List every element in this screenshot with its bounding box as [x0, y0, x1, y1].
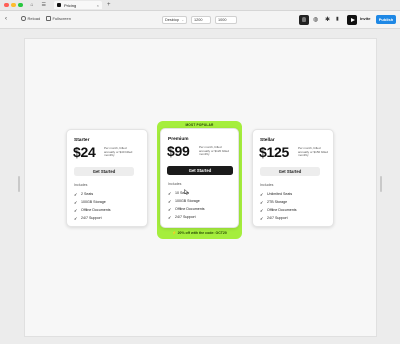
pricing-card-stellar: Stellar $125 Per month, billed annually … — [252, 129, 334, 227]
close-tab-icon[interactable]: × — [97, 3, 99, 8]
plan-name: Starter — [74, 138, 90, 143]
check-icon: ✓ — [168, 214, 172, 220]
menu-icon[interactable]: ☰ — [42, 2, 46, 8]
reload-label: Reload — [27, 16, 41, 21]
feature-list: ✓ Unlimited Seats ✓ 2TB Storage ✓ Offline D… — [260, 190, 297, 222]
reload-icon — [21, 16, 26, 21]
check-icon: ✓ — [260, 191, 264, 197]
get-started-button[interactable]: Get Started — [260, 167, 320, 176]
zoom-window-button[interactable] — [18, 2, 23, 8]
check-icon: ✓ — [74, 215, 78, 221]
list-item: ✓ Unlimited Seats — [260, 191, 293, 197]
plan-price: $24 — [73, 144, 96, 160]
right-resize-handle[interactable] — [380, 176, 382, 192]
fullscreen-icon — [46, 16, 51, 21]
pricing-card-starter: Starter $24 Per month, billed annually o… — [66, 129, 148, 227]
get-started-button[interactable]: Get Started — [167, 166, 233, 175]
width-value: 1200 — [194, 18, 203, 22]
includes-label: Includes — [74, 183, 88, 187]
chevron-down-icon: ⌄ — [181, 18, 184, 22]
check-icon: ✓ — [168, 206, 172, 212]
plan-name: Premium — [168, 137, 189, 142]
list-item: ✓ 24/7 Support — [168, 214, 196, 220]
plan-price: $125 — [259, 144, 289, 160]
feature-list: ✓ 2 Seats ✓ 100GB Storage ✓ Offline Documen… — [74, 190, 111, 222]
check-icon: ✓ — [260, 215, 264, 221]
get-started-button[interactable]: Get Started — [74, 167, 134, 176]
publish-button[interactable]: Publish — [376, 15, 396, 24]
check-icon: ✓ — [260, 199, 264, 205]
minimize-window-button[interactable] — [11, 2, 16, 8]
home-icon[interactable]: ⌂ — [31, 2, 34, 8]
list-item: ✓ Offline Documents — [74, 207, 111, 213]
list-item: ✓ Offline Documents — [168, 206, 205, 212]
list-item: ✓ 100GB Storage — [74, 199, 106, 205]
includes-label: Includes — [168, 182, 182, 186]
settings-icon[interactable]: ✱ — [325, 17, 330, 23]
fullscreen-button[interactable]: Fullscreen — [46, 16, 71, 21]
includes-label: Includes — [260, 183, 274, 187]
check-icon: ✓ — [74, 207, 78, 213]
width-field[interactable]: 1200 — [191, 16, 211, 24]
height-value: 1000 — [218, 18, 227, 22]
check-icon: ✓ — [168, 198, 172, 204]
preview-toolbar: ‹ Reload Fullscreen Desktop ⌄ 1200 1000 … — [0, 11, 400, 29]
globe-icon[interactable]: ◍ — [313, 17, 318, 23]
device-select-value: Desktop — [165, 18, 179, 22]
fullscreen-label: Fullscreen — [52, 16, 71, 21]
plan-price: $99 — [167, 143, 190, 159]
check-icon: ✓ — [74, 191, 78, 197]
tab-pricing[interactable]: Pricing × — [54, 1, 103, 9]
check-icon: ✓ — [74, 199, 78, 205]
close-window-button[interactable] — [4, 2, 9, 8]
avatar[interactable] — [299, 15, 309, 25]
list-item: ✓ 2 Seats — [74, 191, 94, 197]
invite-button[interactable]: Invite — [360, 16, 370, 21]
check-icon: ✓ — [168, 190, 172, 196]
height-field[interactable]: 1000 — [215, 16, 237, 24]
window-controls — [4, 2, 23, 8]
list-item: ✓ 24/7 Support — [74, 215, 102, 221]
price-note: Per month, billed annually or $150 bille… — [298, 146, 329, 158]
check-icon: ✓ — [260, 207, 264, 213]
mouse-pointer-icon — [184, 189, 189, 195]
device-select[interactable]: Desktop ⌄ — [162, 16, 187, 24]
list-item: ✓ 100GB Storage — [168, 198, 200, 204]
most-popular-badge: MOST POPULAR — [185, 123, 214, 127]
list-item: ✓ Offline Documents — [260, 207, 297, 213]
plan-name: Stellar — [260, 138, 275, 143]
window-titlebar: ⌂ ☰ Pricing × + — [0, 0, 400, 11]
new-tab-icon[interactable]: + — [107, 2, 111, 8]
back-arrow-icon[interactable]: ‹ — [5, 16, 7, 22]
pricing-card-premium: Premium $99 Per month, billed annually o… — [160, 128, 239, 228]
play-preview-button[interactable] — [347, 15, 357, 25]
analytics-icon[interactable]: ▮ — [336, 17, 339, 22]
framer-logo-icon — [57, 3, 62, 7]
list-item: ✓ 24/7 Support — [260, 215, 288, 221]
price-note: Per month, billed annually or $40 billed… — [104, 146, 133, 158]
list-item: ✓ 2TB Storage — [260, 199, 288, 205]
reload-button[interactable]: Reload — [21, 16, 40, 21]
promo-code-text: ⚡ 20% off with the code: OCT20 — [172, 231, 227, 235]
tab-title: Pricing — [64, 2, 77, 8]
left-resize-handle[interactable] — [18, 176, 20, 192]
price-note: Per month, billed annually or $120 bille… — [199, 145, 230, 157]
